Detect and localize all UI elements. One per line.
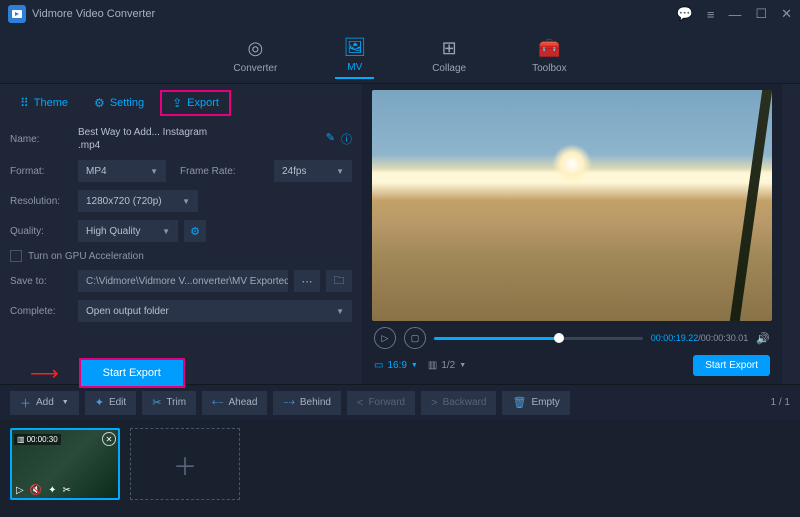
forward-icon: <	[357, 397, 363, 409]
theme-icon: ⠿	[20, 96, 29, 110]
quality-select[interactable]: High Quality▼	[78, 220, 178, 242]
name-label: Name:	[10, 134, 72, 145]
tab-toolbox[interactable]: 🧰 Toolbox	[524, 34, 574, 78]
saveto-path: C:\Vidmore\Vidmore V...onverter\MV Expor…	[78, 270, 288, 292]
top-tabs: ◎ Converter 🖼 MV ⊞ Collage 🧰 Toolbox	[0, 28, 800, 84]
time-display: 00:00:19.22/00:00:30.01	[651, 333, 749, 343]
edit-name-icon[interactable]: ✎	[326, 131, 335, 147]
edit-button[interactable]: ✦Edit	[85, 391, 136, 415]
clip-toolbar: ＋Add▼ ✦Edit ✂Trim ⤌Ahead ⤍Behind <Forwar…	[0, 384, 800, 420]
format-label: Format:	[10, 166, 72, 177]
volume-icon[interactable]: 🔊	[756, 332, 770, 345]
trash-icon: 🗑	[512, 396, 526, 409]
start-export-button-right[interactable]: Start Export	[693, 355, 770, 376]
name-value: Best Way to Add... Instagram .mp4	[78, 126, 320, 152]
add-clip-slot[interactable]: ＋	[130, 428, 240, 500]
behind-button[interactable]: ⤍Behind	[273, 391, 341, 415]
chevron-down-icon: ▼	[62, 399, 69, 406]
scissors-icon: ✂	[152, 396, 161, 409]
clip-trim-icon[interactable]: ✂	[63, 485, 71, 496]
start-export-button[interactable]: Start Export	[79, 358, 185, 388]
preview-panel: ▷ ▢ 00:00:19.22/00:00:30.01 🔊 ▭ 16:9 ▼ ▥…	[362, 84, 782, 384]
saveto-label: Save to:	[10, 276, 72, 287]
tab-mv[interactable]: 🖼 MV	[335, 33, 374, 79]
close-icon[interactable]: ✕	[781, 6, 792, 22]
info-icon[interactable]: ⓘ	[341, 131, 352, 147]
frame-step-select[interactable]: ▥ 1/2 ▼	[428, 360, 466, 371]
framerate-label: Frame Rate:	[180, 166, 236, 177]
app-logo	[8, 5, 26, 23]
plus-icon: ＋	[20, 395, 31, 411]
film-icon: ▥	[428, 360, 437, 371]
film-icon: ▥	[17, 435, 25, 444]
play-button[interactable]: ▷	[374, 327, 396, 349]
titlebar: Vidmore Video Converter 💬 ≡ — ☐ ✕	[0, 0, 800, 28]
clip-mute-icon[interactable]: 🔇	[30, 485, 42, 496]
gpu-label: Turn on GPU Acceleration	[28, 251, 144, 262]
menu-icon[interactable]: ≡	[707, 7, 715, 22]
maximize-icon[interactable]: ☐	[755, 6, 767, 22]
arrow-annotation: ⟶	[30, 361, 59, 386]
ahead-icon: ⤌	[212, 396, 223, 409]
open-folder-button[interactable]: 🗀	[326, 270, 352, 292]
clip-remove-button[interactable]: ✕	[102, 432, 116, 446]
tab-converter[interactable]: ◎ Converter	[225, 34, 285, 78]
toolbox-icon: 🧰	[538, 38, 560, 59]
complete-select[interactable]: Open output folder▼	[78, 300, 352, 322]
video-preview[interactable]	[372, 90, 772, 321]
backward-button[interactable]: >Backward	[421, 391, 496, 415]
subtab-setting[interactable]: ⚙ Setting	[84, 90, 154, 116]
minimize-icon[interactable]: —	[728, 7, 741, 22]
resolution-select[interactable]: 1280x720 (720p)▼	[78, 190, 198, 212]
export-icon: ⇪	[172, 96, 182, 110]
stop-button[interactable]: ▢	[404, 327, 426, 349]
backward-icon: >	[431, 397, 437, 409]
empty-button[interactable]: 🗑Empty	[502, 391, 569, 415]
clip-play-icon[interactable]: ▷	[16, 485, 24, 496]
path-more-button[interactable]: ⋯	[294, 270, 320, 292]
chat-icon[interactable]: 💬	[677, 6, 693, 22]
behind-icon: ⤍	[283, 396, 294, 409]
mv-icon: 🖼	[343, 37, 366, 58]
aspect-icon: ▭	[374, 360, 383, 371]
export-panel: ⠿ Theme ⚙ Setting ⇪ Export Name: Best Wa…	[0, 84, 362, 384]
ahead-button[interactable]: ⤌Ahead	[202, 391, 267, 415]
clip-duration: ▥00:00:30	[14, 434, 61, 445]
tab-collage[interactable]: ⊞ Collage	[424, 34, 474, 78]
framerate-select[interactable]: 24fps▼	[274, 160, 352, 182]
aspect-ratio-select[interactable]: ▭ 16:9 ▼	[374, 360, 418, 371]
collage-icon: ⊞	[442, 38, 457, 59]
resolution-label: Resolution:	[10, 196, 72, 207]
subtab-export[interactable]: ⇪ Export	[160, 90, 231, 116]
gear-icon: ⚙	[94, 96, 105, 110]
trim-button[interactable]: ✂Trim	[142, 391, 196, 415]
gpu-checkbox[interactable]	[10, 250, 22, 262]
add-button[interactable]: ＋Add▼	[10, 391, 79, 415]
wand-icon: ✦	[95, 396, 104, 409]
format-select[interactable]: MP4▼	[78, 160, 166, 182]
quality-label: Quality:	[10, 226, 72, 237]
clip-thumbnail[interactable]: ▥00:00:30 ✕ ▷ 🔇 ✦ ✂	[10, 428, 120, 500]
quality-settings-button[interactable]: ⚙	[184, 220, 206, 242]
converter-icon: ◎	[248, 38, 264, 59]
subtab-theme[interactable]: ⠿ Theme	[10, 90, 78, 116]
page-count: 1 / 1	[771, 397, 790, 408]
clips-strip: ▥00:00:30 ✕ ▷ 🔇 ✦ ✂ ＋	[0, 420, 800, 517]
app-title: Vidmore Video Converter	[32, 8, 677, 20]
clip-edit-icon[interactable]: ✦	[48, 485, 56, 496]
progress-bar[interactable]	[434, 337, 643, 340]
forward-button[interactable]: <Forward	[347, 391, 415, 415]
complete-label: Complete:	[10, 306, 72, 317]
